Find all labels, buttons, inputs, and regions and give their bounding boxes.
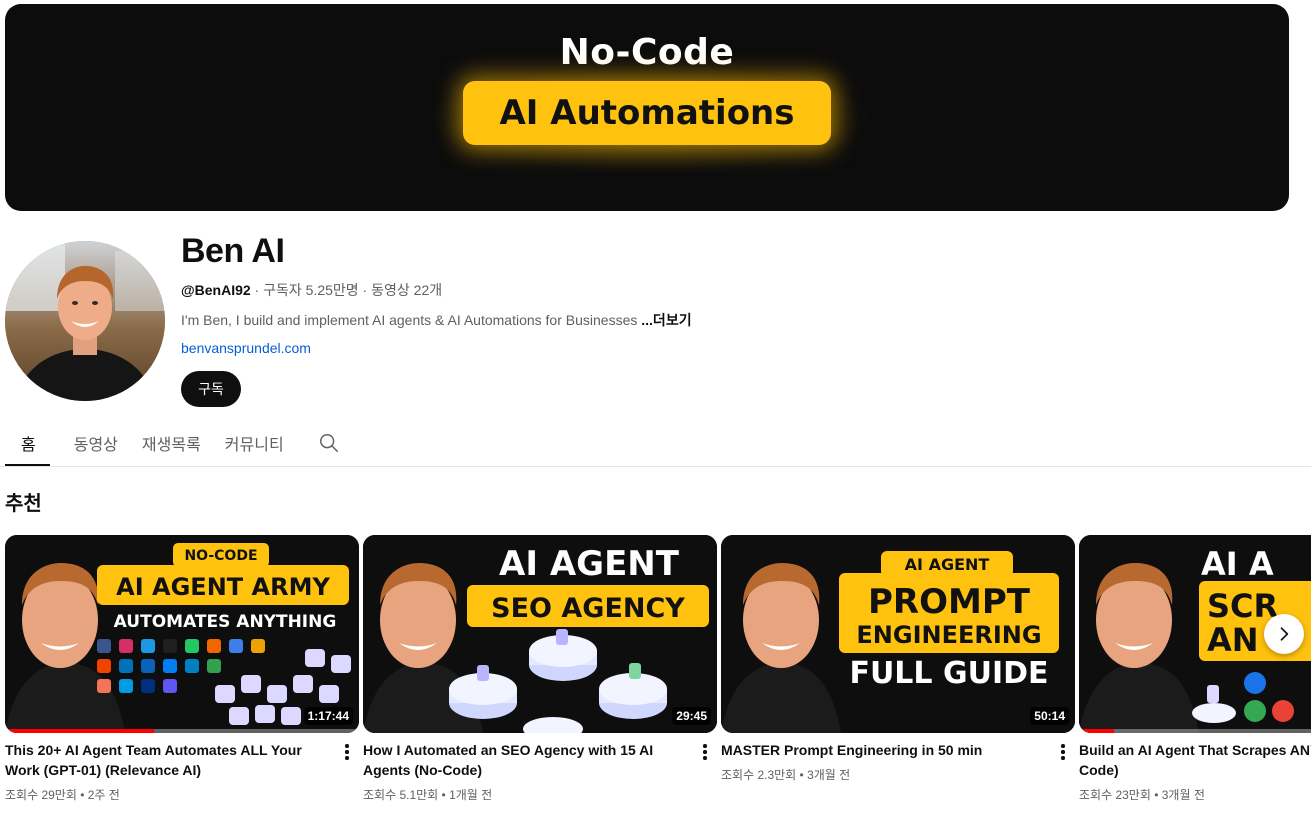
- thumb-line1: AI AGENT: [499, 544, 680, 584]
- banner-pill: AI Automations: [463, 81, 831, 145]
- chevron-right-glyph: [1280, 627, 1289, 641]
- thumbnail-art: AI AGENT PROMPT ENGINEERING FULL GUIDE: [721, 535, 1075, 733]
- video-meta: 조회수 5.1만회 • 1개월 전: [363, 788, 493, 802]
- video-meta: 조회수 29만회 • 2주 전: [5, 788, 120, 802]
- channel-tabs: 홈 동영상 재생목록 커뮤니티: [5, 420, 340, 466]
- meta-separator: ·: [250, 282, 264, 298]
- tab-videos[interactable]: 동영상: [50, 420, 130, 466]
- chevron-right-icon[interactable]: [1264, 614, 1304, 654]
- video-duration: 1:17:44: [303, 707, 353, 725]
- video-card[interactable]: NO-CODE AI AGENT ARMY AUTOMATES ANYTHING…: [5, 535, 359, 803]
- tab-playlists[interactable]: 재생목록: [130, 420, 213, 466]
- section-title: 추천: [5, 491, 42, 515]
- thumbnail-art: NO-CODE AI AGENT ARMY AUTOMATES ANYTHING: [5, 535, 359, 733]
- thumb-line2: ENGINEERING: [856, 621, 1041, 649]
- video-title[interactable]: MASTER Prompt Engineering in 50 min: [721, 740, 1051, 760]
- channel-name: Ben AI: [181, 232, 285, 270]
- tabs-divider: [0, 466, 1311, 467]
- thumb-line3: AN: [1207, 621, 1259, 659]
- meta-separator: ·: [358, 282, 372, 298]
- video-card[interactable]: AI A SCR AN Build an AI Agent That Scrap…: [1079, 535, 1311, 803]
- more-vert-icon[interactable]: [339, 742, 355, 762]
- video-card[interactable]: AI AGENT PROMPT ENGINEERING FULL GUIDE 5…: [721, 535, 1075, 783]
- video-duration: 50:14: [1030, 707, 1069, 725]
- video-title[interactable]: This 20+ AI Agent Team Automates ALL You…: [5, 740, 335, 780]
- thumb-line1: AI A: [1201, 545, 1274, 583]
- channel-avatar[interactable]: [5, 241, 165, 401]
- channel-link[interactable]: benvansprundel.com: [181, 340, 311, 356]
- thumbnail-art: AI AGENT SEO AGENCY: [363, 535, 717, 733]
- subscribe-button[interactable]: 구독: [181, 371, 241, 407]
- subscriber-count: 구독자 5.25만명: [263, 282, 359, 298]
- thumb-line1: AI AGENT ARMY: [116, 573, 330, 601]
- more-vert-icon[interactable]: [697, 742, 713, 762]
- video-card[interactable]: AI AGENT SEO AGENCY 29:45 How I Automate…: [363, 535, 717, 803]
- thumb-badge: AI AGENT: [905, 555, 990, 574]
- tab-community[interactable]: 커뮤니티: [213, 420, 296, 466]
- video-count: 동영상 22개: [371, 282, 443, 298]
- thumb-badge: NO-CODE: [184, 548, 257, 564]
- channel-handle: @BenAI92: [181, 282, 251, 298]
- thumb-line3: FULL GUIDE: [849, 656, 1048, 691]
- banner-top-text: No-Code: [559, 32, 735, 73]
- video-thumbnail[interactable]: NO-CODE AI AGENT ARMY AUTOMATES ANYTHING…: [5, 535, 359, 733]
- thumb-line1: PROMPT: [868, 582, 1031, 622]
- avatar-photo: [5, 241, 165, 401]
- more-vert-icon[interactable]: [1055, 742, 1071, 762]
- description-text: I'm Ben, I build and implement AI agents…: [181, 312, 642, 328]
- thumb-line2: AUTOMATES ANYTHING: [114, 612, 337, 632]
- channel-meta: @BenAI92 · 구독자 5.25만명 · 동영상 22개: [181, 280, 442, 300]
- search-icon-glyph: [319, 434, 338, 452]
- video-title[interactable]: How I Automated an SEO Agency with 15 AI…: [363, 740, 693, 780]
- tab-home[interactable]: 홈: [5, 420, 50, 466]
- video-thumbnail[interactable]: AI AGENT SEO AGENCY 29:45: [363, 535, 717, 733]
- video-title[interactable]: Build an AI Agent That Scrapes ANY Websi…: [1079, 740, 1311, 780]
- video-duration: 29:45: [672, 707, 711, 725]
- channel-banner: No-Code AI Automations: [5, 4, 1289, 211]
- video-meta: 조회수 2.3만회 • 3개월 전: [721, 768, 851, 782]
- thumb-line2: SEO AGENCY: [491, 593, 685, 624]
- watch-progress: [5, 729, 154, 733]
- watch-progress: [1079, 729, 1115, 733]
- video-thumbnail[interactable]: AI AGENT PROMPT ENGINEERING FULL GUIDE 5…: [721, 535, 1075, 733]
- search-icon[interactable]: [296, 420, 340, 466]
- channel-description[interactable]: I'm Ben, I build and implement AI agents…: [181, 310, 692, 330]
- video-meta: 조회수 23만회 • 3개월 전: [1079, 788, 1205, 802]
- thumb-line2: SCR: [1207, 587, 1278, 625]
- more-link[interactable]: ...더보기: [641, 312, 691, 328]
